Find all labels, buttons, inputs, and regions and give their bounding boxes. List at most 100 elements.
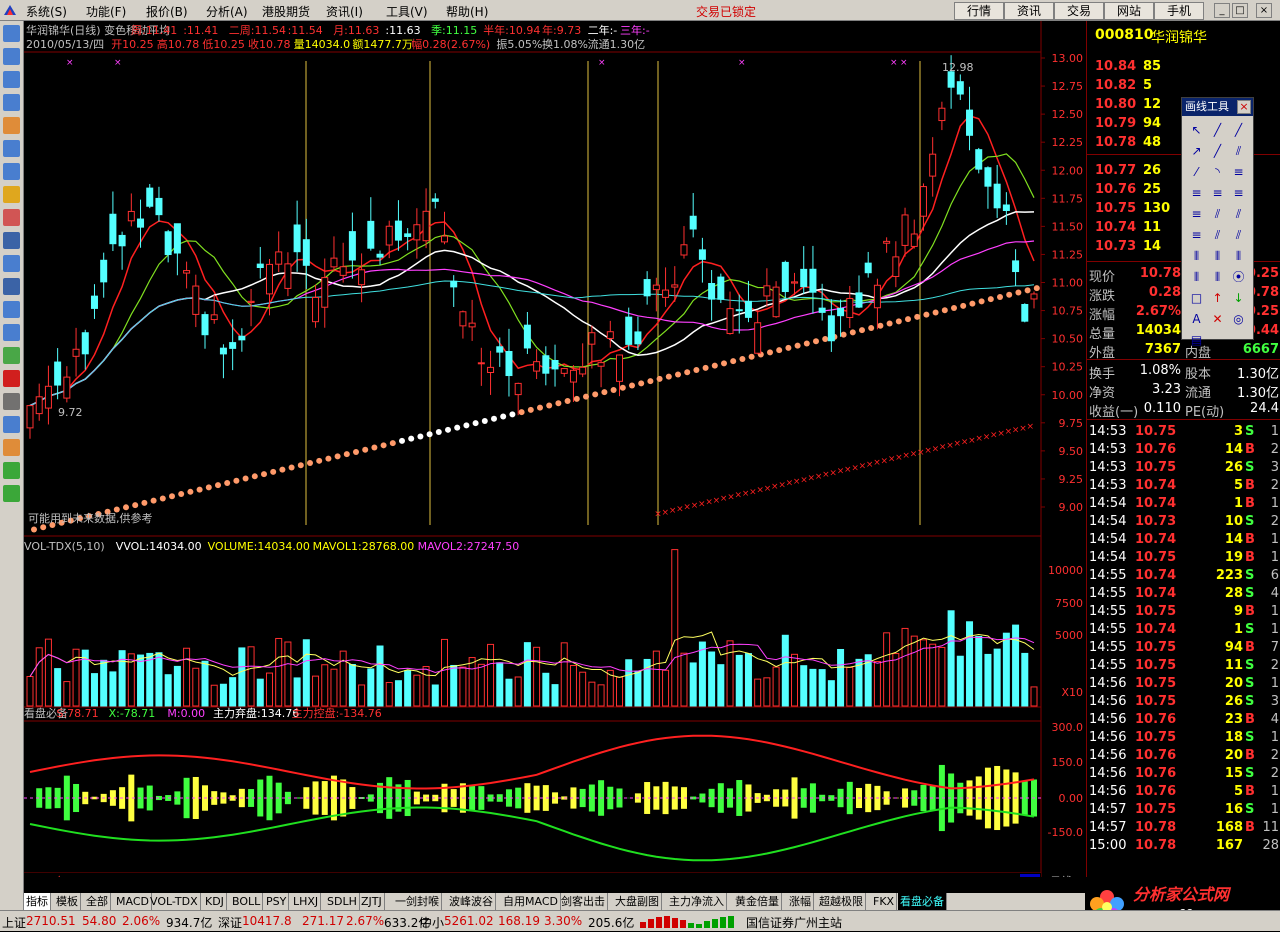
bulb-tool-icon[interactable]: ◎	[1228, 309, 1249, 330]
tab-10[interactable]: ZJTJ	[359, 893, 385, 910]
tab-9[interactable]: SDLH	[325, 893, 360, 910]
trend-tool-icon[interactable]: ⁄	[1186, 162, 1207, 183]
tab-3[interactable]: MACD	[114, 893, 152, 910]
down-arrow-tool-icon[interactable]: ↓	[1228, 288, 1249, 309]
speed-tool-icon[interactable]: ⦀	[1207, 267, 1228, 288]
f10-icon[interactable]	[3, 140, 20, 157]
fin-label: 净资	[1089, 382, 1115, 401]
parallel-tool-icon[interactable]: ⫽	[1228, 141, 1249, 162]
quote-icon[interactable]	[3, 48, 20, 65]
fib-tool-icon[interactable]: ≡	[1228, 183, 1249, 204]
kline-chart-svg[interactable]: ×××××× ×××××××××××××××××××××××××××××××××…	[24, 21, 1085, 910]
fan-tool-icon[interactable]: ⫽	[1228, 204, 1249, 225]
mobile-button[interactable]: 手机	[1154, 2, 1204, 20]
menu-tools[interactable]: 工具(V)	[386, 3, 428, 20]
angle-tool-icon[interactable]: ⫽	[1207, 225, 1228, 246]
tab-2[interactable]: 全部	[84, 893, 111, 910]
etf-icon[interactable]	[3, 278, 20, 295]
news-button[interactable]: 资讯	[1004, 2, 1054, 20]
draw-tool-palette[interactable]: 画线工具 × ↖╱╱↗╱⫽⁄◝≡≡≡≡≡⫽⫽≡⫽⫽⦀⦀⦀⦀⦀⦿□↑↓A✕◎▤	[1181, 97, 1254, 340]
tab-21[interactable]: 看盘必备	[898, 893, 947, 910]
tab-18[interactable]: 涨幅	[787, 893, 814, 910]
tab-6[interactable]: BOLL	[230, 893, 263, 910]
stock-list-icon[interactable]	[3, 25, 20, 42]
tab-17[interactable]: 黄金倍量	[733, 893, 782, 910]
fib-time-tool-icon[interactable]: ⦀	[1207, 246, 1228, 267]
menu-quote[interactable]: 报价(B)	[146, 3, 188, 20]
search-icon[interactable]	[3, 255, 20, 272]
tab-4[interactable]: VOL-TDX	[148, 893, 201, 910]
delete-tool-icon[interactable]: ✕	[1207, 309, 1228, 330]
website-button[interactable]: 网站	[1104, 2, 1154, 20]
menu-function[interactable]: 功能(F)	[86, 3, 126, 20]
gp-tool-icon[interactable]: ≡	[1207, 183, 1228, 204]
tab-5[interactable]: KDJ	[203, 893, 227, 910]
arc-tool-icon[interactable]: ◝	[1207, 162, 1228, 183]
segment-tool-icon[interactable]: ╱	[1207, 141, 1228, 162]
time-line-tool-icon[interactable]: ⦀	[1186, 267, 1207, 288]
sector-icon[interactable]	[3, 163, 20, 180]
menu-system[interactable]: 系统(S)	[26, 3, 67, 20]
percent-tool-icon[interactable]: ≡	[1186, 204, 1207, 225]
minimize-button[interactable]: _	[1214, 3, 1230, 18]
trade-button[interactable]: 交易	[1054, 2, 1104, 20]
close-window-button[interactable]: ×	[1256, 3, 1272, 18]
menu-hk-futures[interactable]: 港股期货	[262, 3, 310, 20]
tab-8[interactable]: LHXJ	[291, 893, 321, 910]
trend-icon[interactable]	[3, 301, 20, 318]
menu-analysis[interactable]: 分析(A)	[206, 3, 248, 20]
rect-tool-icon[interactable]: □	[1186, 288, 1207, 309]
kline-icon[interactable]	[3, 94, 20, 111]
channel-tool-icon[interactable]: ⫽	[1207, 204, 1228, 225]
line-tool-icon[interactable]: ╱	[1207, 120, 1228, 141]
menu-help[interactable]: 帮助(H)	[446, 3, 488, 20]
pencil-icon[interactable]	[3, 439, 20, 456]
tab-12[interactable]: 波峰波谷	[447, 893, 496, 910]
regress-tool-icon[interactable]: ⫽	[1228, 225, 1249, 246]
volume-bar	[64, 682, 70, 706]
tools-icon[interactable]	[3, 393, 20, 410]
export-icon[interactable]	[3, 416, 20, 433]
tab-20[interactable]: FKX	[871, 893, 897, 910]
ray-tool-icon[interactable]: ╱	[1228, 120, 1249, 141]
tick-time: 14:57	[1089, 820, 1126, 835]
tab-16[interactable]: 主力净流入	[667, 893, 727, 910]
formula-icon[interactable]	[3, 232, 20, 249]
draw-tool-close-button[interactable]: ×	[1237, 100, 1251, 114]
tab-19[interactable]: 超越极限	[817, 893, 866, 910]
tab-13[interactable]: 自用MACD	[501, 893, 561, 910]
chart-area[interactable]: ×××××× ×××××××××××××××××××××××××××××××××…	[24, 21, 1085, 910]
gold-split-tool-icon[interactable]: ≡	[1186, 183, 1207, 204]
tab-15[interactable]: 大盘副图	[613, 893, 662, 910]
tab-11[interactable]: 一剑封喉	[393, 893, 442, 910]
spiral-tool-icon[interactable]: ⦿	[1228, 267, 1249, 288]
tab-1[interactable]: 模板	[54, 893, 81, 910]
list-tool-icon[interactable]: ▤	[1186, 330, 1207, 351]
menu-info[interactable]: 资讯(I)	[326, 3, 363, 20]
up-arrow-tool-icon[interactable]: ↑	[1207, 288, 1228, 309]
rsi-icon[interactable]	[3, 324, 20, 341]
alert-icon[interactable]	[3, 186, 20, 203]
market-button[interactable]: 行情	[954, 2, 1004, 20]
tab-0[interactable]: 指标	[24, 893, 51, 910]
cycle-tool-icon[interactable]: ⦀	[1228, 246, 1249, 267]
screen-icon[interactable]	[3, 347, 20, 364]
select-tool-icon[interactable]: ↖	[1186, 120, 1207, 141]
down-arrow-icon[interactable]	[3, 485, 20, 502]
tab-7[interactable]: PSY	[264, 893, 289, 910]
fin-value-2: 24.4	[1250, 401, 1279, 416]
up-arrow-icon[interactable]	[3, 462, 20, 479]
arrow-line-tool-icon[interactable]: ↗	[1186, 141, 1207, 162]
period-tool-icon[interactable]: ⦀	[1186, 246, 1207, 267]
tick-count: 4	[1271, 712, 1279, 727]
users-icon[interactable]	[3, 209, 20, 226]
level-tool-icon[interactable]: ≡	[1186, 225, 1207, 246]
line-chart-icon[interactable]	[3, 71, 20, 88]
dollar-icon[interactable]	[3, 370, 20, 387]
news-icon[interactable]	[3, 117, 20, 134]
tab-14[interactable]: 剑客出击	[559, 893, 608, 910]
bid-volume: 26	[1143, 163, 1161, 178]
text-tool-icon[interactable]: A	[1186, 309, 1207, 330]
maximize-button[interactable]: □	[1232, 3, 1248, 18]
gann-tool-icon[interactable]: ≡	[1228, 162, 1249, 183]
